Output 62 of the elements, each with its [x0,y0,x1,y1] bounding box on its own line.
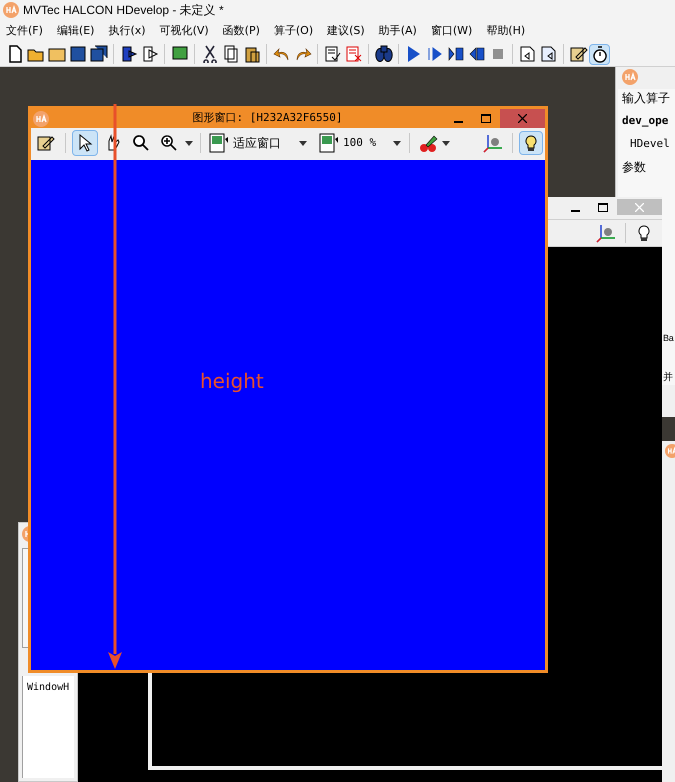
operator-text: 并 [663,370,674,384]
edit-icon [570,45,588,63]
close-icon [518,114,527,123]
caret-icon [442,140,450,146]
menu-item[interactable]: 建议(S) [327,22,365,40]
arrow-document-icon [120,45,138,63]
graphics-window-title: 图形窗口: [H232A32F6550] [192,110,344,126]
fit-image-icon [209,133,229,153]
save-all-button[interactable] [88,44,109,64]
dimension-label: height [200,368,264,395]
menu-item[interactable]: 函数(P) [222,22,260,40]
stopwatch-icon [590,45,608,63]
arrow-document-icon [140,45,158,63]
axes-icon [596,223,618,243]
floppy-icon [68,45,86,63]
search-icon [132,134,150,152]
reset-icon [540,45,558,63]
operator-text: HDevel [629,136,671,152]
pointer-button[interactable] [72,130,98,156]
floppy-icon [90,45,108,63]
stopwatch-button[interactable] [589,44,610,64]
operator-text: dev_ope [622,113,670,129]
cross-list-icon [344,45,362,63]
close-icon [635,202,644,212]
menu-item[interactable]: 助手(A) [378,22,417,40]
axes-icon [483,133,505,153]
step-icon [468,45,486,63]
operator-text: Ba [663,332,675,345]
menu-item[interactable]: 可视化(V) [160,22,209,40]
menu-item[interactable]: 执行(x) [108,22,146,40]
app-logo-icon [665,444,675,458]
step-icon [426,45,444,63]
menu-item[interactable]: 窗口(W) [430,22,472,40]
edit-icon [37,134,55,152]
menu-item[interactable]: 文件(F) [6,22,43,40]
find-button[interactable] [373,44,394,64]
reset-icon [518,45,536,63]
app-logo-icon [622,69,638,85]
menu-item[interactable]: 编辑(E) [56,22,94,40]
scissors-icon [200,45,218,63]
binoculars-icon [374,45,392,63]
check-list-icon [324,45,342,63]
caret-icon [299,140,307,146]
clipboard-icon [242,45,260,63]
operator-text: 输入算子 [622,90,671,107]
copy-icon [222,45,240,63]
close-button[interactable] [500,109,545,128]
window-title: MVTec HALCON HDevelop - 未定义 * [23,2,224,19]
variable-item[interactable]: WindowH [27,680,74,695]
menu-item[interactable]: 算子(O) [274,22,314,40]
section-heading: 参数 [622,159,647,176]
caret-icon [185,140,193,146]
highlight-button[interactable] [519,131,543,155]
caret-icon [393,140,401,146]
zoom-image-icon [319,133,339,153]
step-icon [446,45,464,63]
zoom-in-icon [160,134,178,152]
zoom-dropdown[interactable]: 100 % [317,130,403,156]
paint-icon [418,133,440,153]
app-logo-icon [33,110,49,126]
menu-item[interactable]: 帮助(H) [486,22,526,40]
fit-mode-dropdown[interactable]: 适应窗口 [207,130,309,156]
